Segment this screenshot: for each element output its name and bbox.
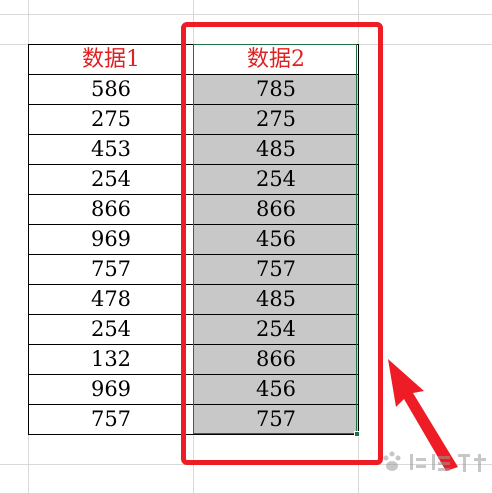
table-row: 254 254	[28, 314, 359, 345]
cell-col1[interactable]: 254	[28, 164, 194, 195]
table-row: 866 866	[28, 194, 359, 225]
cell-col2[interactable]: 866	[193, 344, 359, 375]
cell-col2[interactable]: 757	[193, 254, 359, 285]
cell-col1[interactable]: 969	[28, 374, 194, 405]
table-row: 969 456	[28, 374, 359, 405]
cell-col2[interactable]: 485	[193, 134, 359, 165]
cell-col1[interactable]: 275	[28, 104, 194, 135]
column-header-1[interactable]: 数据1	[28, 44, 194, 75]
table-row: 254 254	[28, 164, 359, 195]
cell-col1[interactable]: 757	[28, 404, 194, 435]
cell-col1[interactable]: 453	[28, 134, 194, 165]
cell-col2[interactable]: 785	[193, 74, 359, 105]
cell-col2[interactable]: 757	[193, 404, 359, 435]
table-row: 478 485	[28, 284, 359, 315]
table-row: 757 757	[28, 254, 359, 285]
cell-col2[interactable]: 254	[193, 164, 359, 195]
gridline	[0, 14, 492, 15]
column-header-2[interactable]: 数据2	[193, 44, 359, 75]
cell-col1[interactable]: 586	[28, 74, 194, 105]
cell-col2[interactable]: 275	[193, 104, 359, 135]
cell-col1[interactable]: 969	[28, 224, 194, 255]
table-row: 757 757	[28, 404, 359, 435]
table-row: 132 866	[28, 344, 359, 375]
cell-col1[interactable]: 254	[28, 314, 194, 345]
cell-col2[interactable]: 254	[193, 314, 359, 345]
cell-col1[interactable]: 866	[28, 194, 194, 225]
cell-col1[interactable]: 132	[28, 344, 194, 375]
data-table: 数据1 数据2 586 785 275 275 453 485 254 254 866 866 969 4…	[28, 44, 359, 435]
cell-col2[interactable]: 456	[193, 224, 359, 255]
cell-col2[interactable]: 866	[193, 194, 359, 225]
cell-col2[interactable]: 456	[193, 374, 359, 405]
fill-handle[interactable]	[354, 431, 360, 437]
table-row: 969 456	[28, 224, 359, 255]
table-row: 453 485	[28, 134, 359, 165]
table-header-row: 数据1 数据2	[28, 44, 359, 75]
table-row: 586 785	[28, 74, 359, 105]
table-row: 275 275	[28, 104, 359, 135]
cell-col1[interactable]: 757	[28, 254, 194, 285]
cell-col1[interactable]: 478	[28, 284, 194, 315]
cell-col2[interactable]: 485	[193, 284, 359, 315]
baidu-jingyan-logo	[383, 451, 486, 472]
